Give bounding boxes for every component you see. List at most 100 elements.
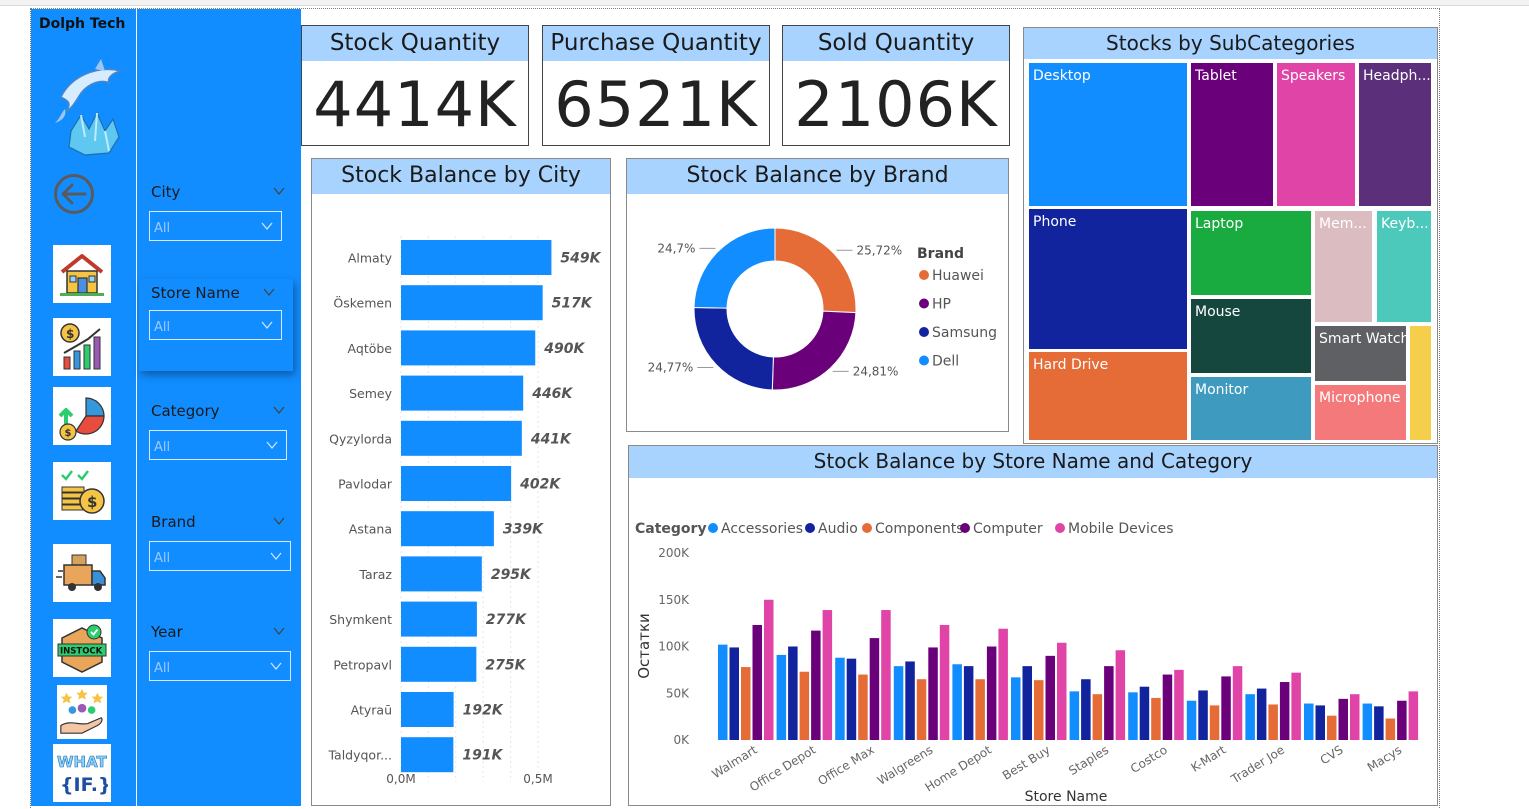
nav-coins-button[interactable]: $ [53, 462, 111, 520]
store-bar [1162, 674, 1173, 740]
kpi-value: 2106K [794, 68, 998, 141]
what-if-line1: WHAT [57, 753, 108, 771]
nav-what-if-button[interactable]: WHAT {IF.} [53, 744, 111, 802]
dropdown-value: All [154, 551, 171, 566]
chevron-down-icon[interactable] [273, 515, 285, 527]
home-icon [60, 254, 104, 296]
store-bar [1186, 700, 1197, 740]
store-bar [1011, 677, 1021, 740]
store-bar [1256, 688, 1267, 740]
dolphin-logo-icon [51, 57, 127, 161]
store-bar [1327, 715, 1337, 740]
store-bar [1115, 650, 1126, 740]
store-category-chart-panel[interactable]: Stock Balance by Store Name and Category… [628, 445, 1438, 806]
legend-marker [805, 523, 815, 533]
city-bar-chart: Almaty 549K Öskemen 517K Aqtöbe 490K Semey 446K… [327, 236, 602, 786]
kpi-label: Stock Quantity [302, 26, 528, 61]
in-stock-box-icon: INSTOCK [57, 624, 107, 673]
category-dropdown[interactable]: All [149, 430, 287, 460]
store-x-tick: Trader Joe [1228, 743, 1287, 787]
city-data-label: 295K [491, 567, 532, 583]
back-arrow-button[interactable] [52, 172, 96, 216]
city-tick-label: Atyraū [351, 703, 392, 718]
legend-marker [919, 355, 929, 366]
nav-finance-button[interactable]: $ [53, 318, 111, 376]
filter-label: Category [151, 402, 220, 420]
store-legend-title: Category [635, 521, 707, 537]
store-x-tick: Best Buy [1000, 743, 1053, 783]
nav-delivery-button[interactable] [53, 544, 111, 602]
city-chart-panel[interactable]: Stock Balance by City Almaty 549K Öskemen 5… [311, 158, 611, 806]
city-tick-label: Almaty [348, 251, 393, 266]
coins-check-icon: $ [61, 470, 105, 514]
donut-slice [693, 227, 776, 309]
nav-instock-button[interactable]: INSTOCK [53, 619, 111, 677]
brand-dropdown[interactable]: All [149, 541, 291, 571]
store-x-tick: K-Mart [1188, 743, 1228, 775]
chevron-down-icon [270, 552, 282, 561]
city-bar [401, 556, 482, 592]
donut-data-label: 24,77% [648, 361, 694, 375]
filter-label: Brand [151, 513, 196, 531]
treemap-tile-label: Phone [1033, 214, 1076, 230]
chevron-down-icon [261, 321, 273, 330]
store-bar [1151, 697, 1161, 740]
treemap-tile-label: Headph... [1363, 68, 1431, 84]
store-y-tick: 150K [658, 593, 690, 607]
store-bar [1245, 694, 1255, 740]
store-bar [928, 647, 938, 740]
store-x-tick: Walmart [709, 743, 759, 782]
store-name-dropdown[interactable]: All [149, 310, 282, 340]
brand-legend-item: HP [932, 297, 951, 313]
brand-chart-panel[interactable]: Stock Balance by Brand 25,72% 24,81% 24,77… [626, 158, 1009, 432]
chevron-down-icon [266, 441, 278, 450]
store-x-tick: Home Depot [923, 743, 995, 795]
store-y-axis-label: Остатки [635, 613, 653, 679]
city-bar [401, 420, 522, 456]
chevron-down-icon[interactable] [273, 404, 285, 416]
city-bar [401, 375, 524, 411]
store-category-bar-chart: Category Accessories Audio Components Comput… [635, 521, 1419, 805]
store-bar [752, 624, 762, 740]
filter-store-name: Store Name All [139, 279, 293, 371]
donut-slice [771, 310, 857, 391]
chevron-down-icon[interactable] [273, 185, 285, 197]
kpi-stock-quantity: Stock Quantity 4414K [301, 25, 529, 146]
store-bar [1362, 703, 1373, 740]
nav-customers-button[interactable] [57, 685, 107, 739]
store-bar [939, 624, 950, 740]
subcategory-treemap: Desktop Phone Hard Drive Tablet Speakers Head… [1027, 61, 1433, 442]
city-bar [401, 285, 543, 321]
store-bar [858, 674, 868, 740]
nav-home-button[interactable] [53, 245, 111, 303]
chevron-down-icon[interactable] [273, 625, 285, 637]
treemap-tile-label: Desktop [1033, 68, 1091, 84]
nav-growth-button[interactable]: $ [53, 387, 111, 445]
store-bar [881, 610, 891, 740]
store-bar [1209, 705, 1220, 740]
legend-marker [960, 523, 970, 533]
top-toolbar-strip [0, 0, 1529, 6]
dropdown-value: All [154, 661, 171, 676]
what-if-line2: {IF.} [60, 774, 108, 796]
store-legend-item: Audio [818, 521, 858, 537]
kpi-value: 6521K [554, 68, 758, 141]
store-bar [1385, 718, 1396, 740]
city-data-label: 402K [519, 477, 561, 493]
store-bar [1057, 642, 1067, 740]
treemap-tile-label: Keyb... [1381, 216, 1429, 232]
chevron-down-icon[interactable] [263, 286, 275, 298]
city-dropdown[interactable]: All [149, 211, 282, 241]
what-if-icon: WHAT {IF.} [57, 753, 108, 796]
subcategory-treemap-panel[interactable]: Stocks by SubCategories Desktop Phone Hard… [1023, 27, 1438, 444]
store-x-tick: Staples [1066, 743, 1111, 778]
city-tick-label: Öskemen [333, 295, 392, 311]
chevron-down-icon [270, 662, 282, 671]
city-bar [401, 646, 477, 682]
city-bar [401, 240, 552, 275]
store-bar [963, 666, 974, 740]
year-dropdown[interactable]: All [149, 651, 291, 681]
kpi-label: Sold Quantity [783, 26, 1009, 61]
store-legend-item: Accessories [721, 521, 803, 537]
brand-legend-item: Huawei [932, 268, 984, 284]
